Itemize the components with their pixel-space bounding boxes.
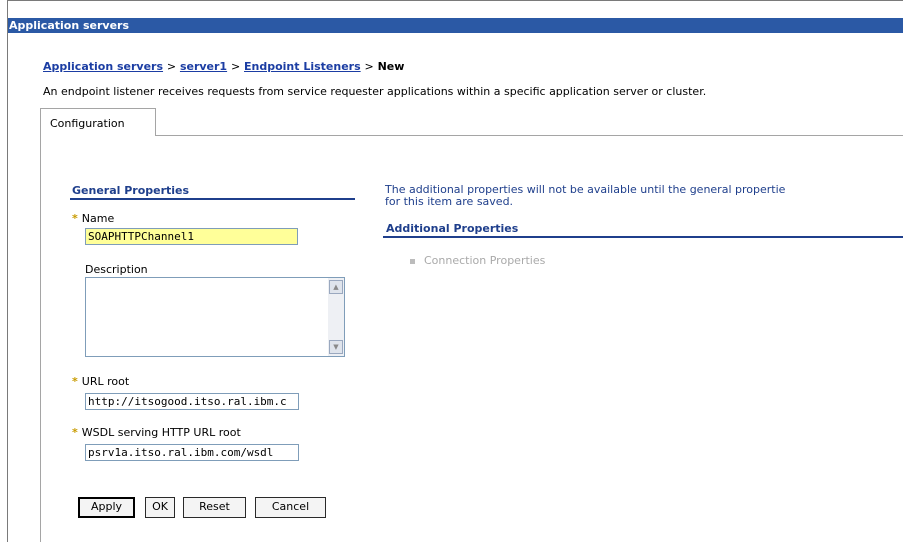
description-textarea[interactable]: ▲ ▼ — [85, 277, 345, 357]
breadcrumb-separator: > — [230, 60, 241, 73]
tab-configuration[interactable]: Configuration — [40, 108, 156, 136]
scrollbar[interactable]: ▲ ▼ — [328, 278, 344, 356]
apply-button[interactable]: Apply — [78, 497, 135, 518]
url-root-field[interactable]: http://itsogood.itso.ral.ibm.c — [85, 393, 299, 410]
additional-properties-note: The additional properties will not be av… — [385, 183, 786, 208]
ok-button[interactable]: OK — [145, 497, 175, 518]
name-field[interactable]: SOAPHTTPChannel1 — [85, 228, 298, 245]
required-icon: * — [72, 212, 78, 225]
general-properties-heading: General Properties — [72, 184, 190, 197]
breadcrumb-endpoint-listeners[interactable]: Endpoint Listeners — [244, 60, 361, 73]
required-icon: * — [72, 375, 78, 388]
tab-divider — [156, 135, 903, 136]
breadcrumb: Application servers > server1 > Endpoint… — [43, 60, 404, 73]
required-icon: * — [72, 426, 78, 439]
window-title: Application servers — [8, 18, 903, 33]
additional-properties-heading: Additional Properties — [386, 222, 519, 235]
breadcrumb-server1[interactable]: server1 — [180, 60, 227, 73]
breadcrumb-current: New — [377, 60, 405, 73]
reset-button[interactable]: Reset — [183, 497, 246, 518]
wsdl-root-label: * WSDL serving HTTP URL root — [72, 426, 241, 439]
scroll-up-icon[interactable]: ▲ — [329, 280, 343, 294]
wsdl-root-field[interactable]: psrv1a.itso.ral.ibm.com/wsdl — [85, 444, 299, 461]
description-label: Description — [85, 263, 148, 276]
cancel-button[interactable]: Cancel — [255, 497, 326, 518]
scroll-down-icon[interactable]: ▼ — [329, 340, 343, 354]
bullet-icon — [410, 258, 415, 264]
breadcrumb-separator: > — [166, 60, 177, 73]
breadcrumb-application-servers[interactable]: Application servers — [43, 60, 163, 73]
breadcrumb-separator: > — [364, 60, 374, 73]
general-properties-rule — [70, 198, 355, 200]
page-description: An endpoint listener receives requests f… — [43, 85, 707, 98]
additional-properties-rule — [383, 236, 903, 238]
name-label: * Name — [72, 212, 115, 225]
panel-border — [40, 135, 41, 542]
connection-properties-link: Connection Properties — [410, 254, 545, 267]
url-root-label: * URL root — [72, 375, 130, 388]
